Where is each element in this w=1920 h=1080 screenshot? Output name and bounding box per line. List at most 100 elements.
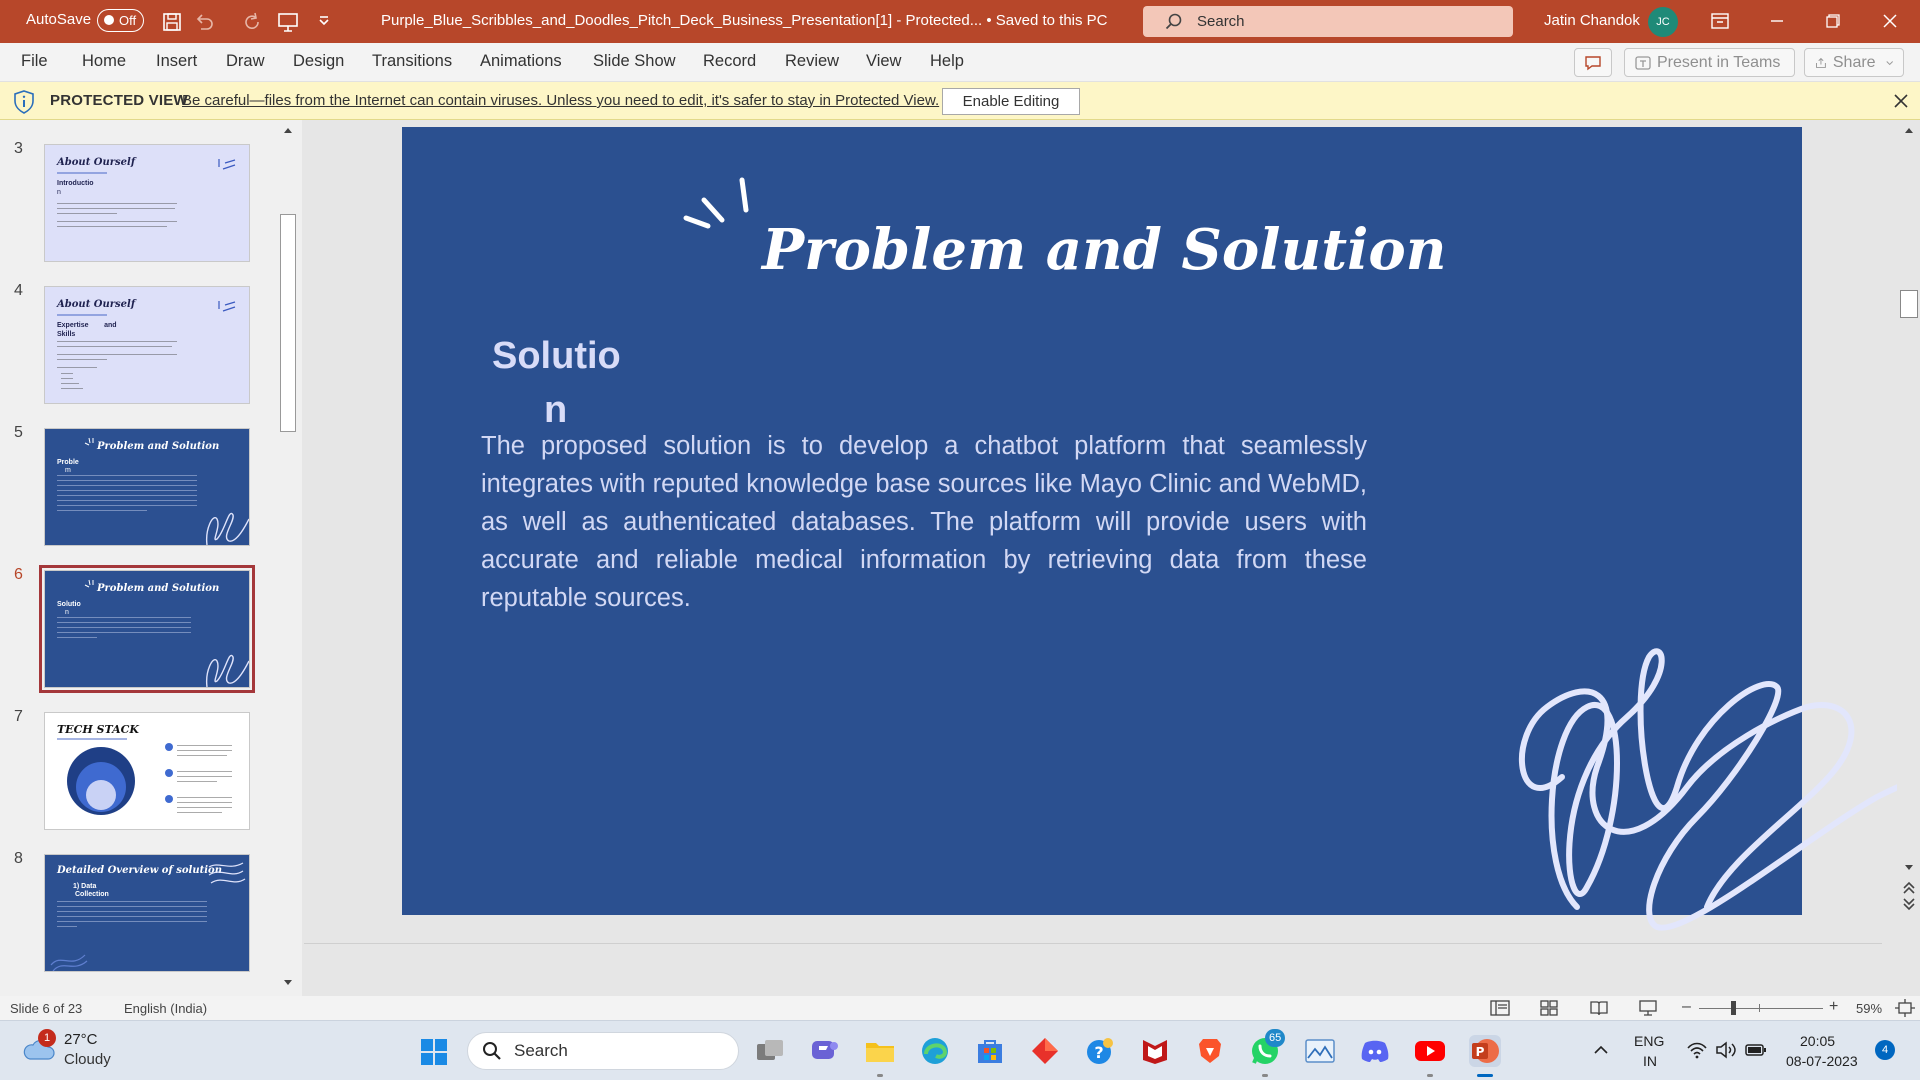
restore-icon[interactable] — [1813, 6, 1853, 36]
scroll-down-arrow-icon[interactable] — [281, 975, 295, 989]
temperature[interactable]: 27°C — [64, 1031, 98, 1048]
text-line — [57, 500, 197, 501]
input-language-line1[interactable]: ENG — [1634, 1033, 1664, 1049]
weather-condition[interactable]: Cloudy — [64, 1051, 111, 1068]
slide-body-text[interactable]: The proposed solution is to develop a ch… — [481, 427, 1367, 617]
youtube-icon[interactable] — [1414, 1035, 1446, 1067]
slide-thumbnail-8[interactable]: Detailed Overview of solution 1) Data Co… — [44, 854, 250, 972]
text-line — [177, 745, 232, 746]
zoom-slider[interactable] — [1699, 1008, 1823, 1009]
file-explorer-icon[interactable] — [864, 1035, 896, 1067]
tab-view[interactable]: View — [866, 52, 901, 71]
thumbnail-title: TECH STACK — [57, 723, 139, 736]
scroll-down-arrow-icon[interactable] — [1902, 860, 1916, 874]
zoom-level[interactable]: 59% — [1856, 1001, 1882, 1016]
slide-title[interactable]: Problem and Solution — [762, 217, 1522, 283]
comments-button[interactable] — [1574, 48, 1612, 77]
slide-subheading[interactable]: Solutio — [492, 335, 621, 378]
tab-review[interactable]: Review — [785, 52, 839, 71]
get-help-icon[interactable]: ? — [1084, 1035, 1116, 1067]
share-button[interactable]: Share — [1804, 48, 1904, 77]
discord-icon[interactable] — [1359, 1035, 1391, 1067]
show-hidden-icons-chevron-icon[interactable] — [1593, 1043, 1609, 1057]
notification-count-badge[interactable]: 4 — [1875, 1040, 1895, 1060]
present-in-teams-button[interactable]: Present in Teams — [1624, 48, 1795, 77]
scroll-up-arrow-icon[interactable] — [281, 124, 295, 138]
protected-view-message[interactable]: Be careful—files from the Internet can c… — [182, 92, 939, 109]
slide-thumbnail-6[interactable]: Problem and Solution Solutio n — [39, 565, 255, 693]
slide-scrollbar-thumb[interactable] — [1900, 290, 1918, 318]
microsoft-store-icon[interactable] — [974, 1035, 1006, 1067]
current-slide[interactable]: Problem and Solution Solutio n The propo… — [402, 127, 1897, 931]
info-shield-icon — [14, 90, 34, 114]
text-line — [57, 221, 177, 222]
user-name[interactable]: Jatin Chandok — [1544, 12, 1640, 29]
fit-slide-icon[interactable] — [1895, 999, 1915, 1017]
slide-thumbnail-4[interactable]: About Ourself Expertise and Skills — [44, 286, 250, 404]
taskbar-search-placeholder: Search — [514, 1041, 568, 1060]
tab-file[interactable]: File — [21, 52, 48, 71]
tab-record[interactable]: Record — [703, 52, 756, 71]
tab-insert[interactable]: Insert — [156, 52, 197, 71]
tab-slide-show[interactable]: Slide Show — [593, 52, 676, 71]
tab-help[interactable]: Help — [930, 52, 964, 71]
red-diamond-app-icon[interactable] — [1029, 1035, 1061, 1067]
task-view-icon[interactable] — [754, 1035, 786, 1067]
photos-app-icon[interactable] — [1304, 1035, 1336, 1067]
tab-animations[interactable]: Animations — [480, 52, 562, 71]
customize-toolbar-icon[interactable] — [312, 10, 336, 34]
slide-sorter-icon[interactable] — [1539, 999, 1559, 1017]
tab-design[interactable]: Design — [293, 52, 344, 71]
brave-browser-icon[interactable] — [1194, 1035, 1226, 1067]
avatar[interactable]: JC — [1648, 7, 1678, 37]
slide-thumbnail-5[interactable]: Problem and Solution Proble m — [44, 428, 250, 546]
battery-icon[interactable] — [1745, 1042, 1767, 1058]
minimize-icon[interactable] — [1757, 6, 1797, 36]
bullet-dot — [165, 769, 173, 777]
text-line — [177, 812, 222, 813]
ribbon-display-options-icon[interactable] — [1700, 6, 1740, 36]
text-line — [57, 637, 97, 638]
zoom-in-icon[interactable]: + — [1829, 998, 1838, 1016]
slide-show-icon[interactable] — [1638, 999, 1658, 1017]
clock-date[interactable]: 08-07-2023 — [1786, 1053, 1858, 1069]
language-status[interactable]: English (India) — [124, 1001, 207, 1016]
windows-start-icon[interactable] — [420, 1038, 448, 1066]
tab-draw[interactable]: Draw — [226, 52, 265, 71]
autosave-toggle[interactable]: Off — [97, 9, 144, 32]
thumbnail-scrollbar-thumb[interactable] — [280, 214, 296, 432]
slide-thumbnail-3[interactable]: About Ourself Introductio n — [44, 144, 250, 262]
normal-view-icon[interactable] — [1490, 999, 1510, 1017]
zoom-slider-knob[interactable] — [1731, 1001, 1736, 1015]
slide-subheading-continued[interactable]: n — [544, 389, 567, 432]
thumbnail-scrollbar[interactable] — [279, 122, 297, 985]
redo-icon[interactable] — [240, 10, 264, 34]
slide-scrollbar[interactable] — [1898, 120, 1920, 912]
taskbar-search[interactable]: Search — [467, 1032, 739, 1070]
close-icon[interactable] — [1891, 91, 1911, 111]
slide-thumbnail-7[interactable]: TECH STACK — [44, 712, 250, 830]
reading-view-icon[interactable] — [1589, 999, 1609, 1017]
enable-editing-button[interactable]: Enable Editing — [942, 88, 1080, 115]
close-window-icon[interactable] — [1870, 6, 1910, 36]
next-slide-icon[interactable] — [1901, 896, 1917, 912]
title-search-box[interactable]: Search — [1143, 6, 1513, 37]
mcafee-icon[interactable] — [1139, 1035, 1171, 1067]
powerpoint-taskbar-icon[interactable]: P — [1469, 1035, 1501, 1067]
text-line — [177, 781, 217, 782]
save-icon[interactable] — [160, 10, 184, 34]
present-from-start-icon[interactable] — [276, 10, 300, 34]
edge-browser-icon[interactable] — [919, 1035, 951, 1067]
wifi-icon[interactable] — [1686, 1041, 1708, 1059]
undo-icon[interactable] — [192, 10, 216, 34]
input-language-line2[interactable]: IN — [1643, 1053, 1657, 1069]
volume-icon[interactable] — [1715, 1041, 1737, 1059]
tab-transitions[interactable]: Transitions — [372, 52, 452, 71]
teams-chat-icon[interactable] — [809, 1035, 841, 1067]
thumbnail-title: Detailed Overview of solution — [57, 865, 222, 876]
clock-time[interactable]: 20:05 — [1800, 1033, 1835, 1049]
previous-slide-icon[interactable] — [1901, 880, 1917, 896]
scroll-up-arrow-icon[interactable] — [1902, 124, 1916, 138]
zoom-out-icon[interactable]: – — [1682, 998, 1691, 1016]
tab-home[interactable]: Home — [82, 52, 126, 71]
